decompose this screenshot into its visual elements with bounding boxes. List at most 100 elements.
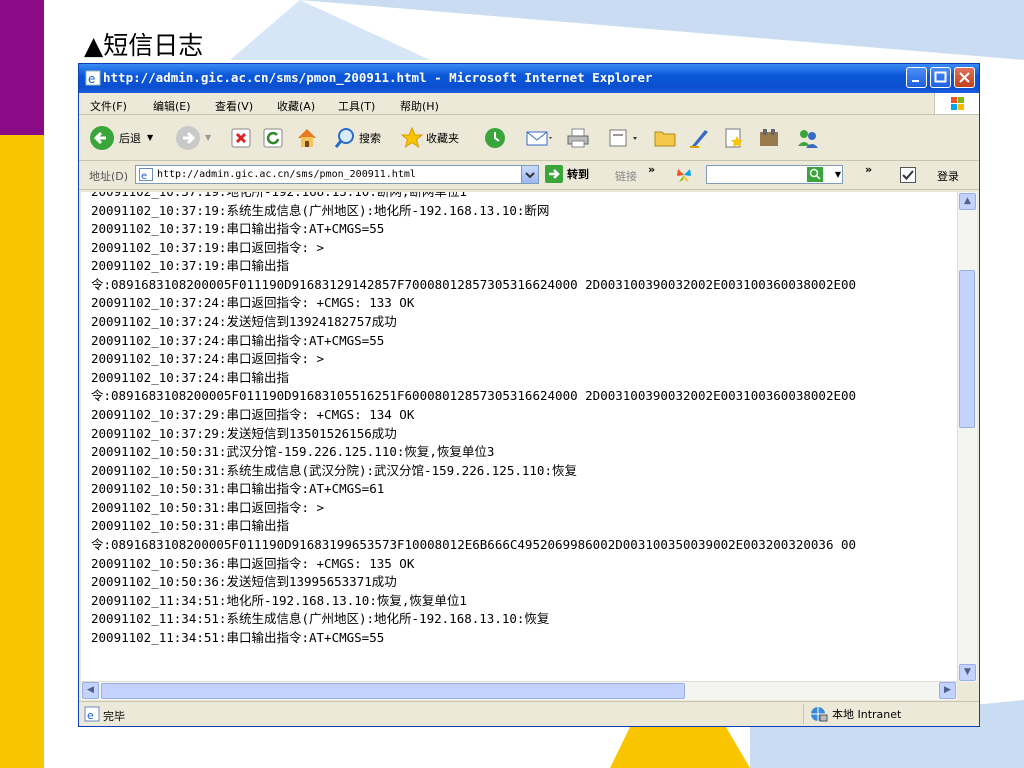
users-icon — [798, 129, 818, 148]
history-icon — [485, 127, 505, 148]
log-line: 20091102_11:34:51:地化所-192.168.13.10:恢复,恢… — [91, 592, 467, 608]
close-icon — [959, 72, 970, 83]
maximize-button[interactable] — [930, 67, 951, 88]
log-line: 20091102_10:37:19:系统生成信息(广州地区):地化所-192.1… — [91, 202, 550, 218]
go-arrow-icon — [545, 165, 563, 183]
research-button[interactable] — [722, 115, 746, 160]
log-line: 20091102_10:37:29:串口返回指令: +CMGS: 134 OK — [91, 406, 415, 422]
checkbox-icon[interactable] — [900, 167, 916, 183]
maximize-icon — [934, 71, 947, 83]
log-line: 20091102_10:37:19:串口返回指令: > — [91, 239, 325, 255]
zone-label: 本地 Intranet — [832, 708, 902, 721]
users-button[interactable] — [795, 115, 821, 160]
address-label: 地址(D) — [89, 170, 129, 183]
toolbar: 后退 ▼ ▼ 搜索 收藏夹 — [79, 115, 979, 161]
scroll-up-button[interactable]: ▲ — [959, 193, 976, 210]
ie-page-icon-small: e — [139, 168, 153, 181]
menu-help[interactable]: 帮助(H) — [400, 98, 439, 114]
scroll-down-button[interactable]: ▼ — [959, 664, 976, 681]
search-dropdown-icon[interactable]: ▼ — [835, 170, 841, 179]
log-line: 20091102_10:37:24:串口输出指 — [91, 369, 289, 385]
go-button[interactable]: 转到 — [545, 165, 589, 183]
log-line: 20091102_10:37:24:发送短信到13924182757成功 — [91, 314, 397, 330]
home-button[interactable] — [295, 115, 319, 160]
minimize-icon — [912, 80, 919, 82]
log-line: 20091102_10:50:36:串口返回指令: +CMGS: 135 OK — [91, 555, 415, 571]
log-line: 20091102_10:37:19:串口输出指令:AT+CMGS=55 — [91, 221, 385, 237]
log-line: 20091102_10:37:24:串口返回指令: +CMGS: 133 OK — [91, 295, 415, 311]
go-label: 转到 — [567, 168, 589, 181]
menu-edit[interactable]: 编辑(E) — [153, 98, 191, 114]
mail-button[interactable] — [525, 115, 553, 160]
windows-logo — [934, 93, 979, 114]
log-line: 20091102_10:50:31:系统生成信息(武汉分院):武汉分馆-159.… — [91, 462, 577, 478]
page-done-icon: e — [84, 706, 100, 722]
horizontal-scrollbar[interactable]: ◀ ▶ — [81, 681, 957, 700]
search-button[interactable]: 搜索 — [333, 115, 381, 160]
forward-dropdown-icon[interactable]: ▼ — [205, 133, 211, 142]
log-line: 令:0891683108200005F011190D91683105516251… — [91, 388, 857, 404]
windows-flag-icon — [951, 97, 964, 110]
menu-file[interactable]: 文件(F) — [90, 98, 127, 114]
chevron-down-icon — [525, 172, 535, 179]
window-title: http://admin.gic.ac.cn/sms/pmon_200911.h… — [103, 70, 653, 85]
menu-tools[interactable]: 工具(T) — [338, 98, 375, 114]
refresh-icon — [263, 128, 283, 147]
address-url: http://admin.gic.ac.cn/sms/pmon_200911.h… — [157, 169, 416, 180]
edit-page-icon — [609, 129, 637, 146]
history-button[interactable] — [483, 115, 507, 160]
edit-button[interactable] — [607, 115, 641, 160]
folder-button[interactable] — [653, 115, 677, 160]
scroll-left-button[interactable]: ◀ — [82, 682, 99, 699]
address-dropdown-button[interactable] — [521, 166, 538, 183]
browser-window: e http://admin.gic.ac.cn/sms/pmon_200911… — [78, 63, 980, 727]
log-line: 20091102_10:37:29:发送短信到13501526156成功 — [91, 425, 397, 441]
horizontal-scroll-thumb[interactable] — [101, 683, 685, 699]
star-icon — [400, 126, 424, 148]
login-label[interactable]: 登录 — [937, 168, 959, 184]
pen-icon — [690, 129, 708, 148]
back-button[interactable]: 后退 ▼ — [89, 115, 153, 160]
log-line: 20091102_10:50:31:串口输出指 — [91, 518, 289, 534]
menu-view[interactable]: 查看(V) — [215, 98, 253, 114]
toolbar-search-input[interactable]: ▼ — [706, 165, 843, 184]
back-label: 后退 — [119, 131, 141, 145]
svg-text:e: e — [87, 709, 94, 722]
log-lines: 20091102_10:37:19:地化所-192.168.13.10:断网,断… — [91, 192, 856, 647]
print-button[interactable] — [565, 115, 591, 160]
log-line: 令:0891683108200005F011190D91683129142857… — [91, 276, 857, 292]
tools-button[interactable] — [757, 115, 781, 160]
favorites-label: 收藏夹 — [426, 131, 459, 145]
svg-text:e: e — [88, 72, 95, 86]
address-bar: 地址(D) e http://admin.gic.ac.cn/sms/pmon_… — [79, 161, 979, 190]
scroll-right-button[interactable]: ▶ — [939, 682, 956, 699]
favorites-button[interactable]: 收藏夹 — [400, 115, 459, 160]
menu-bar: 文件(F) 编辑(E) 查看(V) 收藏(A) 工具(T) 帮助(H) — [79, 93, 979, 115]
search-icon — [334, 127, 354, 148]
back-dropdown-icon[interactable]: ▼ — [147, 133, 153, 142]
vertical-scroll-thumb[interactable] — [959, 270, 975, 428]
intranet-globe-icon — [811, 707, 828, 722]
stop-button[interactable] — [230, 115, 252, 160]
vertical-scrollbar[interactable]: ▲ ▼ — [957, 192, 977, 682]
messenger-button[interactable] — [687, 115, 711, 160]
links-chevron[interactable]: » — [648, 163, 655, 176]
log-line: 20091102_11:34:51:系统生成信息(广州地区):地化所-192.1… — [91, 611, 550, 627]
toolbar-chevron[interactable]: » — [865, 163, 872, 176]
forward-button[interactable]: ▼ — [175, 115, 211, 160]
search-go-icon[interactable] — [807, 167, 823, 182]
minimize-button[interactable] — [906, 67, 927, 88]
msn-butterfly-icon[interactable] — [675, 166, 693, 184]
address-input[interactable]: e http://admin.gic.ac.cn/sms/pmon_200911… — [135, 165, 539, 184]
links-label[interactable]: 链接 — [615, 168, 637, 184]
refresh-button[interactable] — [262, 115, 284, 160]
document-star-icon — [725, 128, 743, 147]
log-line: 20091102_10:50:36:发送短信到13995653371成功 — [91, 574, 397, 590]
window-titlebar[interactable]: e http://admin.gic.ac.cn/sms/pmon_200911… — [79, 64, 979, 93]
page-content: 20091102_10:37:19:地化所-192.168.13.10:断网,断… — [81, 192, 961, 682]
log-line: 20091102_10:50:31:武汉分馆-159.226.125.110:恢… — [91, 444, 495, 460]
menu-favorites[interactable]: 收藏(A) — [277, 98, 315, 114]
close-button[interactable] — [954, 67, 975, 88]
printer-icon — [567, 128, 589, 147]
status-bar: e 完毕 本地 Intranet — [79, 701, 979, 727]
